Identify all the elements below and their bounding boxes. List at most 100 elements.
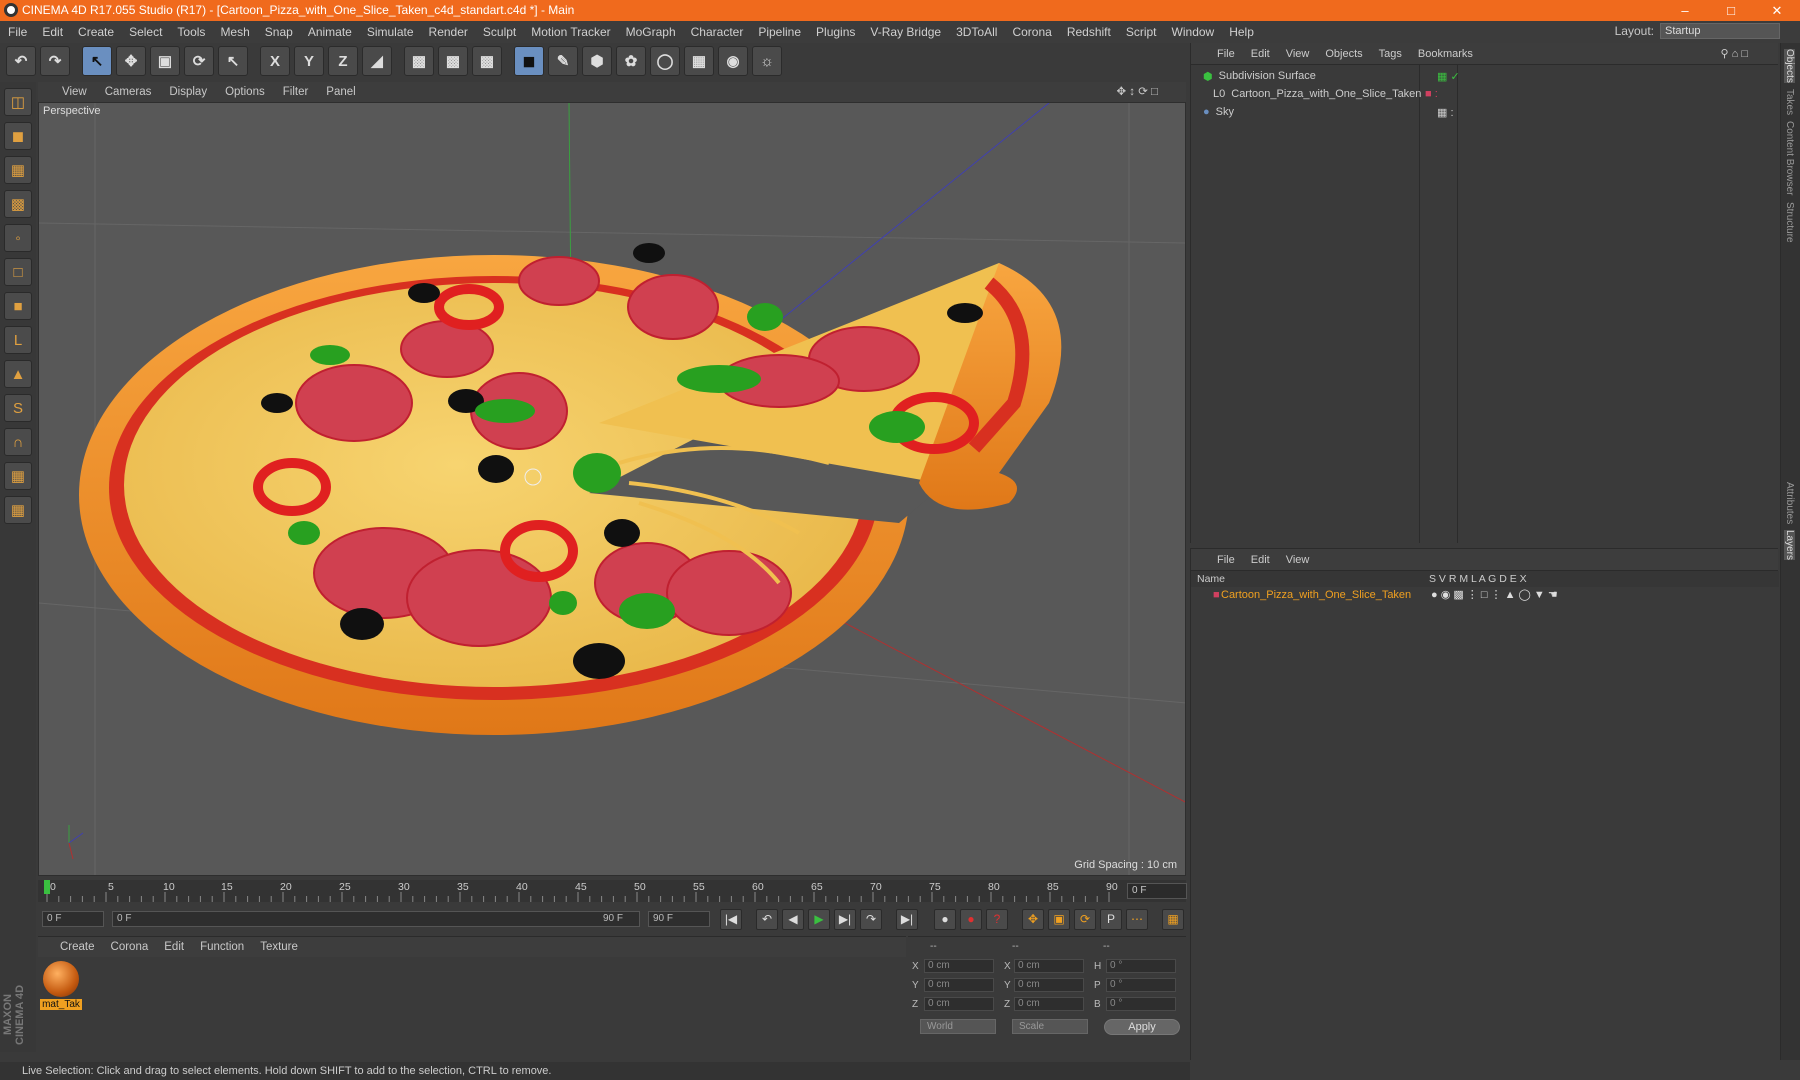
undo-icon[interactable]: ↶ [6, 46, 36, 76]
make-editable-icon[interactable]: ◫ [4, 88, 32, 116]
cube-object-icon[interactable]: ◼ [514, 46, 544, 76]
points-mode-icon[interactable]: ◦ [4, 224, 32, 252]
timeline-ruler[interactable]: 0 5 10 15 20 25 30 35 40 45 50 55 60 65 … [38, 880, 1186, 902]
minimize-button[interactable]: – [1662, 0, 1708, 21]
material-swatch[interactable]: mat_Tak [40, 961, 82, 1010]
menu-sculpt[interactable]: Sculpt [483, 25, 516, 39]
timeline-window-icon[interactable]: ▦ [1162, 909, 1184, 930]
go-to-start-icon[interactable]: |◀ [720, 909, 742, 930]
3d-viewport[interactable]: Perspective Grid Spacing : 10 cm [38, 102, 1186, 876]
rotation-key-icon[interactable]: ⟳ [1074, 909, 1096, 930]
end-frame-field[interactable]: 90 F [648, 911, 710, 927]
render-view-icon[interactable]: ▩ [404, 46, 434, 76]
edges-mode-icon[interactable]: □ [4, 258, 32, 286]
floor-environment-icon[interactable]: ▦ [684, 46, 714, 76]
menu-select[interactable]: Select [129, 25, 162, 39]
viewport-navigation-icons[interactable]: ✥ ↕ ⟳ □ [1116, 84, 1158, 98]
object-menu-tags[interactable]: Tags [1379, 48, 1402, 60]
texture-mode-icon[interactable]: ▦ [4, 156, 32, 184]
menu-simulate[interactable]: Simulate [367, 25, 414, 39]
cloner-icon[interactable]: ✿ [616, 46, 646, 76]
size-z-field[interactable]: 0 cm [1014, 997, 1084, 1011]
autokeying-icon[interactable]: ● [960, 909, 982, 930]
object-row[interactable]: L0 Cartoon_Pizza_with_One_Slice_Taken ■ … [1213, 85, 1773, 103]
layer-menu-view[interactable]: View [1286, 554, 1310, 566]
y-axis-lock-icon[interactable]: Y [294, 46, 324, 76]
move-icon[interactable]: ✥ [116, 46, 146, 76]
position-key-icon[interactable]: ✥ [1022, 909, 1044, 930]
live-selection-icon[interactable]: ↖ [82, 46, 112, 76]
record-keys-icon[interactable]: ● [934, 909, 956, 930]
menu-script[interactable]: Script [1126, 25, 1157, 39]
pen-spline-icon[interactable]: ✎ [548, 46, 578, 76]
layer-menu-edit[interactable]: Edit [1251, 554, 1270, 566]
previous-key-icon[interactable]: ↶ [756, 909, 778, 930]
position-x-field[interactable]: 0 cm [924, 959, 994, 973]
redo-icon[interactable]: ↷ [40, 46, 70, 76]
object-row[interactable]: ⬢ Subdivision Surface ▦ ✓ [1203, 67, 1763, 85]
position-y-field[interactable]: 0 cm [924, 978, 994, 992]
rotate-icon[interactable]: ⟳ [184, 46, 214, 76]
polygons-mode-icon[interactable]: ■ [4, 292, 32, 320]
tab-content-browser[interactable]: Content Browser [1784, 121, 1795, 195]
menu-mograph[interactable]: MoGraph [626, 25, 676, 39]
light-icon[interactable]: ☼ [752, 46, 782, 76]
close-button[interactable]: ✕ [1754, 0, 1800, 21]
object-menu-edit[interactable]: Edit [1251, 48, 1270, 60]
current-frame-field[interactable]: 0 F [1127, 883, 1187, 899]
tab-layers[interactable]: Layers [1784, 530, 1795, 561]
subdivision-surface-icon[interactable]: ⬢ [582, 46, 612, 76]
menu-snap[interactable]: Snap [265, 25, 293, 39]
scale-key-icon[interactable]: ▣ [1048, 909, 1070, 930]
x-axis-lock-icon[interactable]: X [260, 46, 290, 76]
point-level-animation-icon[interactable]: ⋯ [1126, 909, 1148, 930]
size-x-field[interactable]: 0 cm [1014, 959, 1084, 973]
frame-range-slider[interactable]: 0 F 90 F [112, 911, 640, 927]
object-menu-bookmarks[interactable]: Bookmarks [1418, 48, 1473, 60]
menu-corona[interactable]: Corona [1012, 25, 1051, 39]
tab-objects[interactable]: Objects [1784, 49, 1795, 83]
coordinate-system-icon[interactable]: ◢ [362, 46, 392, 76]
deformer-icon[interactable]: ◯ [650, 46, 680, 76]
viewport-menu-cameras[interactable]: Cameras [105, 86, 152, 98]
menu-edit[interactable]: Edit [42, 25, 63, 39]
render-picture-viewer-icon[interactable]: ▩ [438, 46, 468, 76]
planar-workplane-icon[interactable]: ▦ [4, 496, 32, 524]
menu-motion-tracker[interactable]: Motion Tracker [531, 25, 610, 39]
start-frame-field[interactable]: 0 F [42, 911, 104, 927]
locked-workplane-icon[interactable]: ▦ [4, 462, 32, 490]
menu-create[interactable]: Create [78, 25, 114, 39]
material-menu-create[interactable]: Create [60, 941, 95, 953]
menu-redshift[interactable]: Redshift [1067, 25, 1111, 39]
go-to-end-icon[interactable]: ▶| [896, 909, 918, 930]
parameter-key-icon[interactable]: P [1100, 909, 1122, 930]
size-y-field[interactable]: 0 cm [1014, 978, 1084, 992]
layer-flag-icons[interactable]: ● ◉ ▩ ⋮ □ ⋮ ▲ ◯ ▼ ☚ [1431, 587, 1558, 603]
viewport-menu-panel[interactable]: Panel [326, 86, 355, 98]
object-menu-file[interactable]: File [1217, 48, 1235, 60]
workplane-icon[interactable]: ▩ [4, 190, 32, 218]
menu-window[interactable]: Window [1172, 25, 1215, 39]
apply-button[interactable]: Apply [1104, 1019, 1180, 1035]
menu-character[interactable]: Character [691, 25, 744, 39]
previous-frame-icon[interactable]: ◀ [782, 909, 804, 930]
next-frame-icon[interactable]: ▶| [834, 909, 856, 930]
tab-structure[interactable]: Structure [1784, 202, 1795, 243]
recent-tool-icon[interactable]: ↖ [218, 46, 248, 76]
solo-icon[interactable]: S [4, 394, 32, 422]
material-menu-texture[interactable]: Texture [260, 941, 298, 953]
tweak-mode-icon[interactable]: ▲ [4, 360, 32, 388]
z-axis-lock-icon[interactable]: Z [328, 46, 358, 76]
menu-animate[interactable]: Animate [308, 25, 352, 39]
viewport-menu-display[interactable]: Display [169, 86, 207, 98]
layer-row[interactable]: ■ Cartoon_Pizza_with_One_Slice_Taken ● ◉… [1191, 587, 1779, 603]
maximize-button[interactable]: □ [1708, 0, 1754, 21]
render-settings-icon[interactable]: ▩ [472, 46, 502, 76]
layer-menu-file[interactable]: File [1217, 554, 1235, 566]
menu-render[interactable]: Render [429, 25, 468, 39]
scale-icon[interactable]: ▣ [150, 46, 180, 76]
material-menu-function[interactable]: Function [200, 941, 244, 953]
play-icon[interactable]: ▶ [808, 909, 830, 930]
menu-tools[interactable]: Tools [177, 25, 205, 39]
model-mode-icon[interactable]: ◼ [4, 122, 32, 150]
